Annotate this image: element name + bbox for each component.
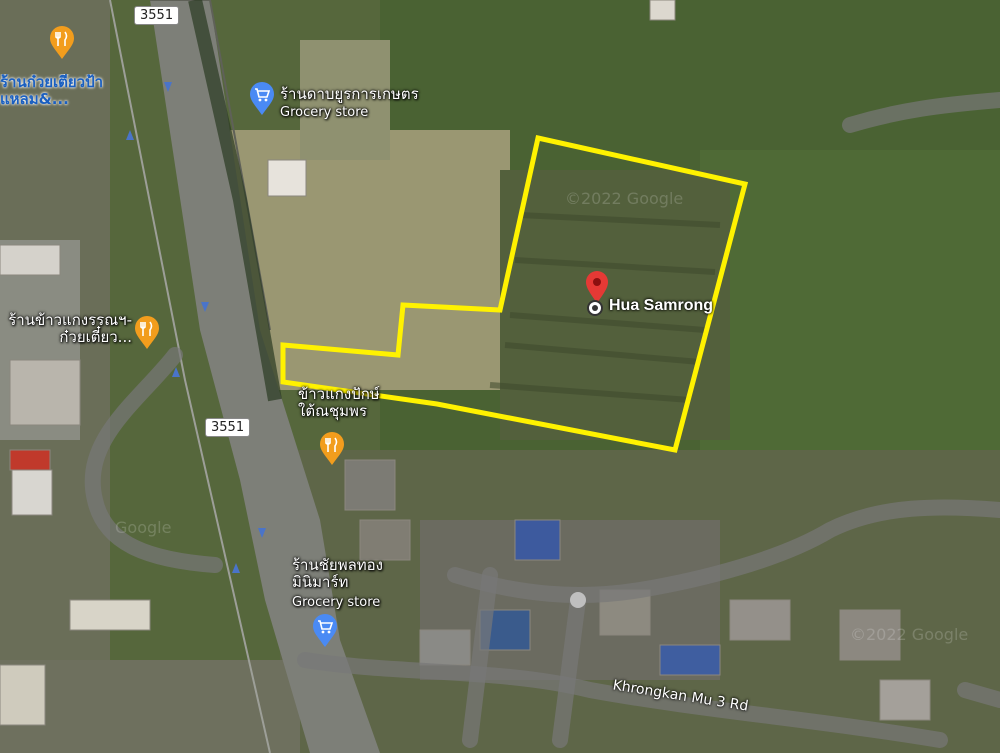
poi-label-grocery-1[interactable]: ร้านดาบยูรการเกษตร (280, 85, 419, 103)
place-target-icon (587, 300, 603, 316)
map-imagery: ©2022 Google Google ©2022 Google (0, 0, 1000, 753)
poi-label-restaurant-3[interactable]: ข้าวแกงปักษ์ใต้ณชุมพร (298, 385, 388, 421)
svg-text:Google: Google (115, 518, 171, 537)
poi-label-restaurant-2[interactable]: ร้านข้าวแกงรรณฯ-ก๋วยเตี๋ยว... (0, 311, 132, 347)
restaurant-icon[interactable] (133, 316, 161, 350)
restaurant-icon[interactable] (318, 432, 346, 466)
grocery-cart-icon[interactable] (248, 82, 276, 116)
poi-label-grocery-2[interactable]: ร้านชัยพลทองมินิมาร์ท (292, 556, 392, 592)
highway-shield-3551-bottom: 3551 (205, 418, 251, 437)
poi-category-grocery-2: Grocery store (292, 595, 381, 610)
grocery-cart-icon[interactable] (311, 614, 339, 648)
poi-category-grocery-1: Grocery store (280, 105, 369, 120)
satellite-map[interactable]: ©2022 Google Google ©2022 Google 3551 35… (0, 0, 1000, 753)
highway-shield-3551-top: 3551 (134, 6, 180, 25)
poi-label-restaurant-1[interactable]: ร้านก๋วยเตี๋ยวป้าแหลม&... (0, 74, 110, 109)
svg-text:©2022 Google: ©2022 Google (850, 625, 968, 644)
place-label[interactable]: Hua Samrong (609, 297, 713, 315)
watermark-1: ©2022 Google (565, 189, 683, 208)
restaurant-icon[interactable] (48, 26, 76, 60)
